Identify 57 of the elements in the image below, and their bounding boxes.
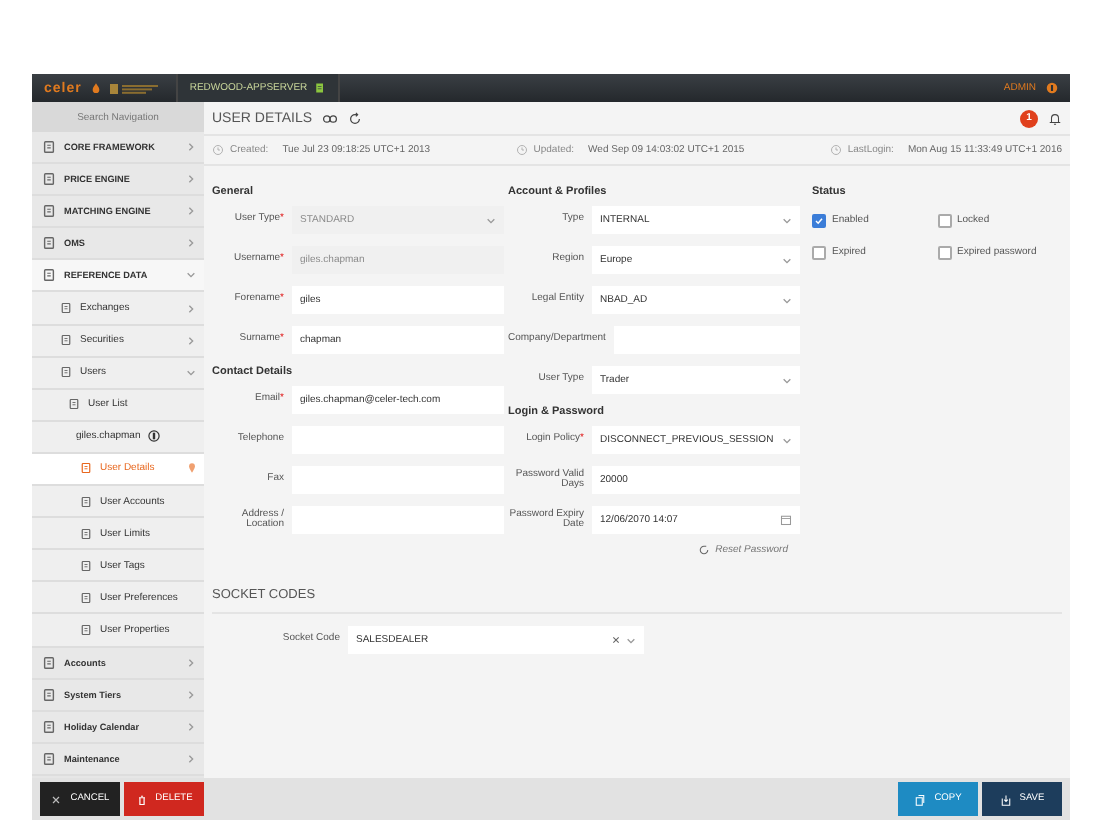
document-icon bbox=[80, 591, 92, 604]
chevron-right-icon bbox=[186, 174, 196, 185]
checkbox[interactable] bbox=[812, 213, 826, 227]
document-icon bbox=[42, 687, 56, 702]
checkbox[interactable] bbox=[937, 213, 951, 227]
chevron-right-icon bbox=[186, 721, 196, 732]
document-icon bbox=[42, 751, 56, 766]
chevron-right-icon bbox=[186, 689, 196, 700]
copy-icon bbox=[914, 793, 927, 805]
chevron-down-icon bbox=[782, 215, 792, 225]
document-icon bbox=[42, 655, 56, 670]
chevron-down-icon bbox=[186, 367, 196, 378]
refresh-icon bbox=[697, 544, 710, 556]
document-icon bbox=[68, 398, 80, 411]
document-icon bbox=[42, 719, 56, 734]
server-icon bbox=[313, 82, 326, 94]
close-icon bbox=[50, 793, 63, 805]
user-icon bbox=[148, 430, 161, 443]
flame-icon bbox=[91, 82, 100, 94]
chevron-right-icon bbox=[186, 238, 196, 249]
chevron-down-icon bbox=[782, 435, 792, 445]
chevron-right-icon bbox=[186, 657, 196, 668]
document-icon bbox=[60, 334, 72, 347]
chevron-right-icon bbox=[186, 335, 196, 346]
document-icon bbox=[42, 204, 56, 219]
checkbox[interactable] bbox=[937, 245, 951, 259]
chevron-down-icon bbox=[782, 295, 792, 305]
document-icon bbox=[60, 302, 72, 315]
chevron-down-icon bbox=[782, 375, 792, 385]
link-icon[interactable] bbox=[322, 113, 339, 123]
document-icon bbox=[42, 172, 56, 187]
chevron-right-icon bbox=[186, 206, 196, 217]
clock-icon bbox=[212, 144, 224, 156]
trash-icon bbox=[135, 793, 148, 805]
document-icon bbox=[60, 366, 72, 379]
pin-icon bbox=[188, 462, 196, 475]
checkbox[interactable] bbox=[812, 245, 826, 259]
chevron-down-icon bbox=[486, 215, 496, 225]
chevron-right-icon bbox=[186, 142, 196, 153]
document-icon bbox=[42, 268, 56, 283]
clear-icon[interactable] bbox=[612, 636, 620, 644]
document-icon bbox=[80, 623, 92, 636]
bell-icon[interactable] bbox=[1048, 111, 1062, 125]
user-icon[interactable] bbox=[1046, 82, 1058, 94]
document-icon bbox=[80, 559, 92, 572]
document-icon bbox=[42, 236, 56, 251]
document-icon bbox=[80, 462, 92, 475]
chevron-down-icon bbox=[186, 270, 196, 281]
chevron-down-icon bbox=[782, 255, 792, 265]
chevron-down-icon bbox=[626, 635, 636, 645]
document-icon bbox=[80, 527, 92, 540]
document-icon bbox=[42, 140, 56, 155]
refresh-icon[interactable] bbox=[348, 111, 363, 125]
document-icon bbox=[80, 495, 92, 508]
chevron-right-icon bbox=[186, 753, 196, 764]
save-icon bbox=[999, 793, 1012, 805]
chevron-right-icon bbox=[186, 303, 196, 314]
